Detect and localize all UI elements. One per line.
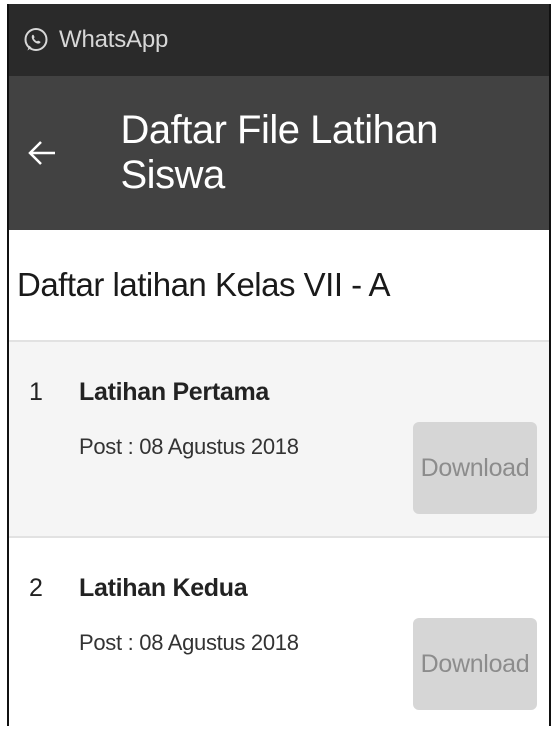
item-number: 1 [29,378,43,406]
frame-border-right [549,4,551,726]
download-button[interactable]: Download [413,618,537,710]
item-date: Post : 08 Agustus 2018 [79,630,299,655]
item-number: 2 [29,574,43,602]
list-item: 1 Latihan Pertama Post : 08 Agustus 2018… [9,342,549,536]
item-date: Post : 08 Agustus 2018 [79,434,299,459]
item-name: Latihan Kedua [79,574,248,602]
page-title: Daftar File Latihan Siswa [120,108,439,197]
status-app-name: WhatsApp [59,26,169,53]
download-button[interactable]: Download [413,422,537,514]
list-item: 2 Latihan Kedua Post : 08 Agustus 2018 D… [9,538,549,726]
app-window: WhatsApp Daftar File Latihan Siswa Dafta… [9,4,549,726]
whatsapp-icon [21,25,51,55]
section-title: Daftar latihan Kelas VII - A [17,266,391,303]
app-bar: Daftar File Latihan Siswa [9,76,549,230]
item-name: Latihan Pertama [79,378,270,406]
arrow-back-icon[interactable] [27,138,87,168]
status-bar: WhatsApp [9,4,549,76]
